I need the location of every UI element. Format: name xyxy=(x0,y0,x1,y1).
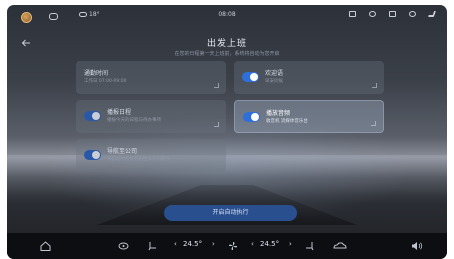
home-icon[interactable] xyxy=(40,241,51,251)
car-icon[interactable] xyxy=(333,242,347,250)
circle-icon[interactable] xyxy=(369,11,376,17)
wifi-icon[interactable] xyxy=(409,11,416,17)
volume-icon[interactable] xyxy=(389,11,396,17)
left-temp-decrease-icon[interactable]: ‹ xyxy=(174,240,177,248)
volume-icon[interactable] xyxy=(411,241,423,251)
card-title: 播放音频 xyxy=(266,110,291,117)
card-title: 导航至公司 xyxy=(107,148,138,155)
card-subtitle: 收音机 流媒体音乐台 xyxy=(266,119,308,124)
card-title: 欢迎语 xyxy=(265,70,284,77)
left-temp-increase-icon[interactable]: › xyxy=(212,240,215,248)
screen: 18° 08:08 出发上班 在您的日程第一天上班前，系统将自动为您开启 通勤时… xyxy=(7,5,447,259)
card-welcome[interactable]: 欢迎语 早安问候 xyxy=(234,61,384,94)
expand-corner-icon xyxy=(214,122,219,127)
expand-corner-icon xyxy=(214,83,219,88)
start-automation-button[interactable]: 开启自动执行 xyxy=(164,205,297,221)
card-subtitle: 早安问候 xyxy=(265,79,283,84)
card-commute-time[interactable]: 通勤时间 工作日 07:00-09:00 xyxy=(76,61,226,94)
card-title: 通勤时间 xyxy=(84,70,109,77)
navigate-company-toggle[interactable] xyxy=(84,150,101,160)
bottom-dock: ‹ 24.5° › ‹ 24.5° › xyxy=(7,233,447,259)
card-subtitle: 工作日 07:00-09:00 xyxy=(84,79,127,84)
steering-wheel-heat-icon[interactable] xyxy=(118,242,129,250)
page-title: 出发上班 xyxy=(206,39,247,49)
toggle-knob xyxy=(250,73,258,81)
status-icons xyxy=(349,11,437,17)
left-temperature: 24.5° xyxy=(183,240,203,248)
card-schedule[interactable]: 播报日程 播报今天的日程与待办事项 xyxy=(76,100,226,133)
page-subtitle: 在您的日程第一天上班前，系统将自动为您开启 xyxy=(174,51,280,57)
toggle-knob xyxy=(92,112,100,120)
card-subtitle: 将自动为您规划前往公司的路线 xyxy=(107,157,170,162)
fan-icon[interactable] xyxy=(228,241,238,251)
expand-corner-icon xyxy=(372,83,377,88)
signal-icon xyxy=(427,11,437,17)
right-temp-decrease-icon[interactable]: ‹ xyxy=(251,240,254,248)
toggle-knob xyxy=(92,151,100,159)
right-temp-increase-icon[interactable]: › xyxy=(289,240,292,248)
card-navigate-company[interactable]: 导航至公司 将自动为您规划前往公司的路线 xyxy=(76,139,226,172)
expand-corner-icon xyxy=(371,121,376,126)
camera-icon[interactable] xyxy=(349,11,356,17)
card-subtitle: 播报今天的日程与待办事项 xyxy=(107,118,161,123)
card-play-audio[interactable]: 播放音频 收音机 流媒体音乐台 xyxy=(234,100,384,133)
toggle-knob xyxy=(251,113,259,121)
play-audio-toggle[interactable] xyxy=(243,112,260,122)
right-temperature: 24.5° xyxy=(260,240,280,248)
seat-heat-right-icon[interactable] xyxy=(305,241,314,251)
schedule-toggle[interactable] xyxy=(84,111,101,121)
card-title: 播报日程 xyxy=(107,109,132,116)
status-bar: 18° 08:08 xyxy=(7,5,447,29)
seat-heat-left-icon[interactable] xyxy=(148,241,157,251)
welcome-toggle[interactable] xyxy=(242,72,259,82)
